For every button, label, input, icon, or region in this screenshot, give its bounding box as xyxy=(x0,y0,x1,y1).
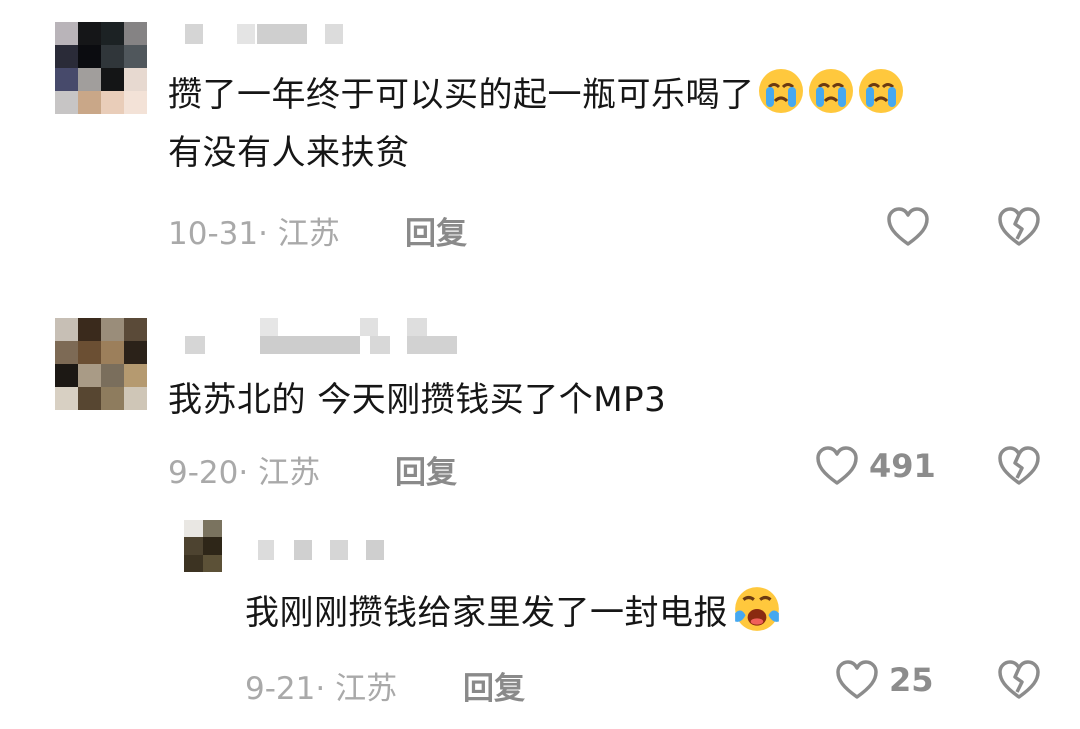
comment-text-line: 我苏北的 今天刚攒钱买了个MP3 xyxy=(168,380,667,420)
avatar[interactable] xyxy=(55,22,147,114)
dislike-button[interactable] xyxy=(997,206,1041,248)
crying-face-icon xyxy=(858,69,903,113)
dislike-button[interactable] xyxy=(997,659,1041,701)
like-button[interactable]: 25 xyxy=(835,659,934,701)
avatar[interactable] xyxy=(184,520,222,572)
heart-outline-icon xyxy=(816,446,858,485)
crying-face-icon xyxy=(758,69,803,113)
dislike-button[interactable] xyxy=(997,445,1041,487)
username-censored[interactable] xyxy=(185,318,465,354)
heart-outline-icon xyxy=(836,660,878,699)
comment-text-line: 攒了一年终于可以买的起一瓶可乐喝了 xyxy=(168,75,755,115)
like-count: 25 xyxy=(889,661,934,699)
heart-outline-icon xyxy=(887,207,929,246)
like-count: 491 xyxy=(869,447,936,485)
username-censored[interactable] xyxy=(185,24,355,44)
comment-text: 我刚刚攒钱给家里发了一封电报 xyxy=(245,584,784,642)
comment-date-location: 9-21· 江苏 xyxy=(245,671,398,707)
reply-button[interactable]: 回复 xyxy=(463,663,525,708)
loudly-crying-face-icon xyxy=(735,587,779,631)
comment-text-line: 有没有人来扶贫 xyxy=(168,133,410,173)
avatar[interactable] xyxy=(55,318,147,410)
comment-date-location: 9-20· 江苏 xyxy=(168,455,321,491)
username-censored[interactable] xyxy=(258,540,398,560)
reply-button[interactable]: 回复 xyxy=(405,208,467,253)
comment-date-location: 10-31· 江苏 xyxy=(168,216,340,252)
reply-button[interactable]: 回复 xyxy=(395,447,457,492)
comment-thread: 攒了一年终于可以买的起一瓶可乐喝了 有没有人来扶贫 10-31· 江苏 回复 我… xyxy=(0,0,1080,729)
like-button[interactable]: 491 xyxy=(815,445,936,487)
broken-heart-icon xyxy=(998,207,1040,246)
broken-heart-icon xyxy=(998,660,1040,699)
comment-text: 我苏北的 今天刚攒钱买了个MP3 xyxy=(168,371,666,429)
comment-text-line: 我刚刚攒钱给家里发了一封电报 xyxy=(245,593,728,633)
broken-heart-icon xyxy=(998,446,1040,485)
crying-face-icon xyxy=(808,69,853,113)
like-button[interactable] xyxy=(886,206,930,248)
comment-text: 攒了一年终于可以买的起一瓶可乐喝了 有没有人来扶贫 xyxy=(168,66,905,182)
